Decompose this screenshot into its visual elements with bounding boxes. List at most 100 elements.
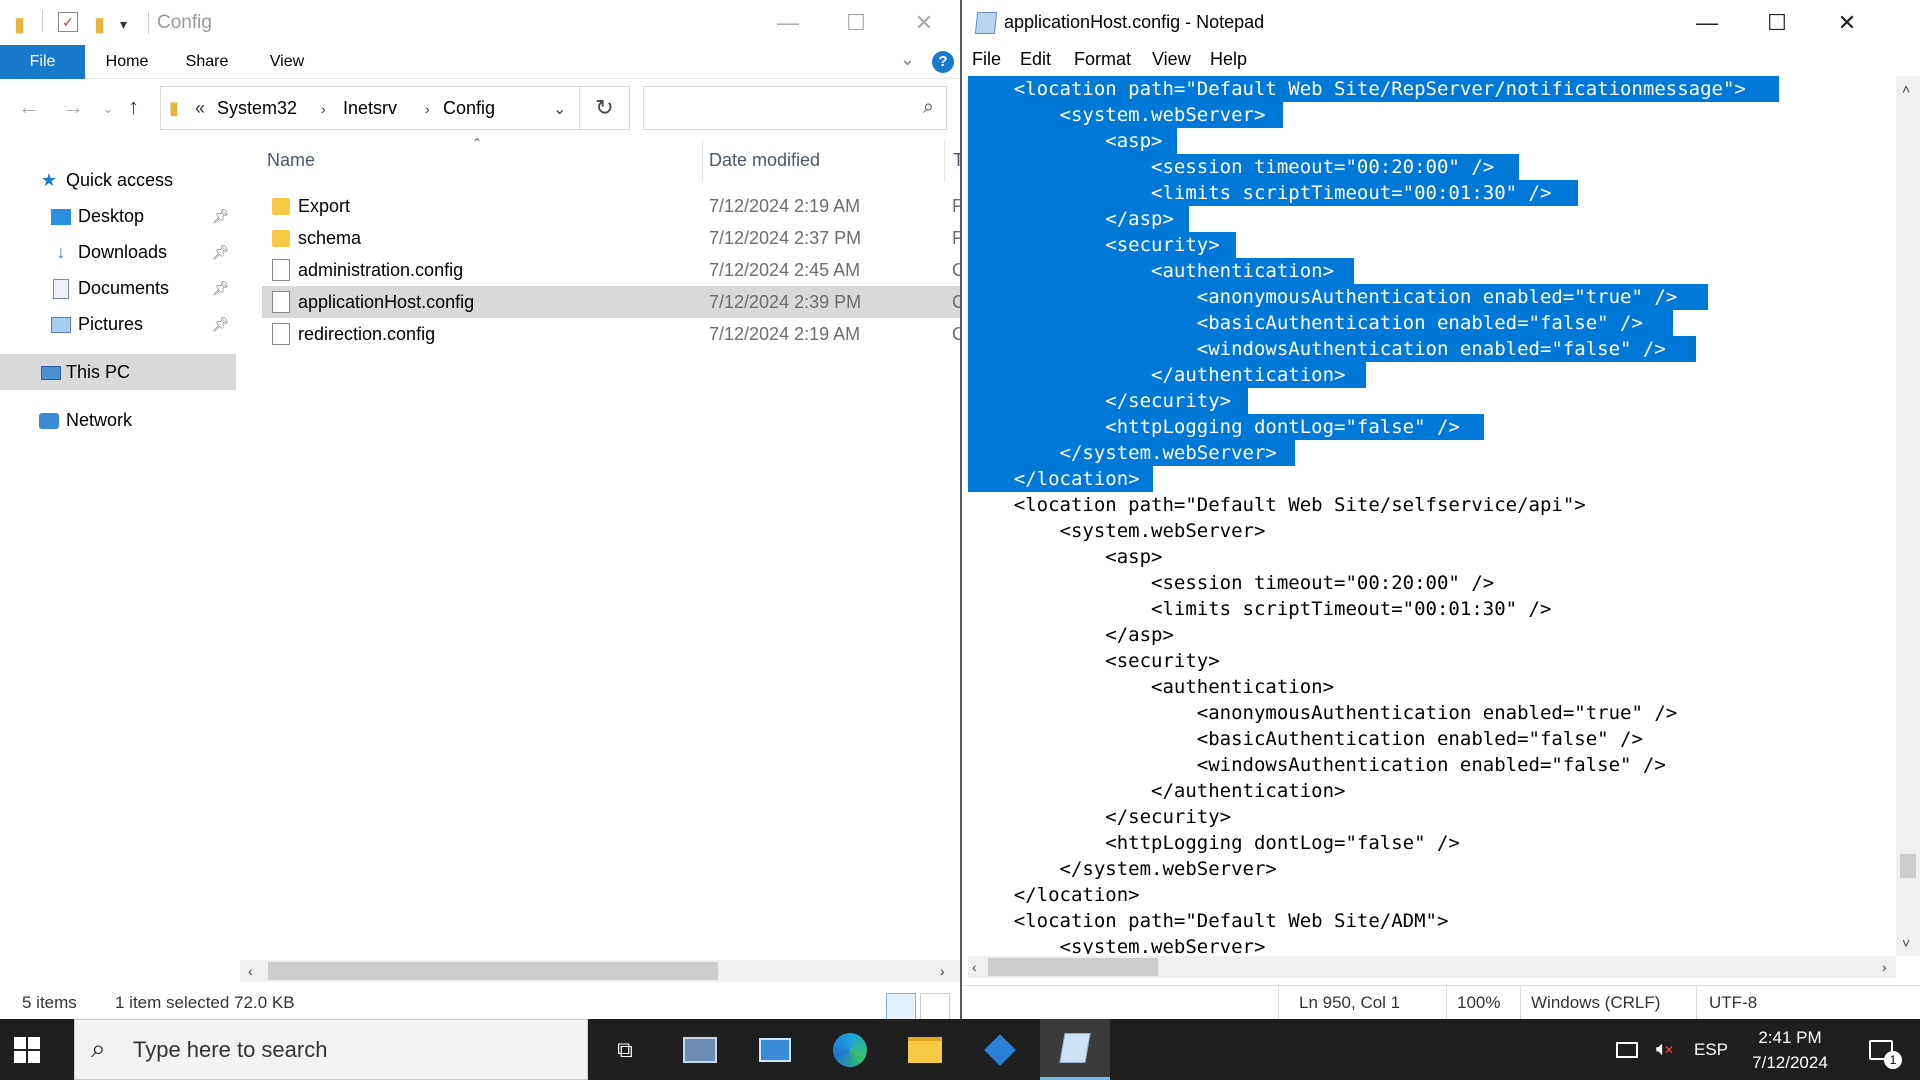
sidebar-item-documents[interactable]: Documents 📌︎ bbox=[0, 270, 236, 306]
language-indicator[interactable]: ESP bbox=[1686, 1019, 1736, 1080]
volume-muted-icon[interactable]: 🔈︎ ✕ bbox=[1648, 1019, 1682, 1080]
sidebar-item-pictures[interactable]: Pictures 📌︎ bbox=[0, 306, 236, 342]
minimize-icon[interactable]: — bbox=[1672, 0, 1742, 45]
code-line[interactable]: </asp> bbox=[968, 622, 1174, 648]
file-row-administration-config[interactable]: administration.config 7/12/2024 2:45 AM … bbox=[262, 254, 960, 286]
code-line[interactable]: <session timeout="00:20:00" /> bbox=[968, 570, 1494, 596]
menu-edit[interactable]: Edit bbox=[1020, 49, 1051, 70]
code-line[interactable]: <security> bbox=[968, 232, 1219, 258]
clock[interactable]: 2:41 PM 7/12/2024 bbox=[1740, 1025, 1840, 1075]
tab-file[interactable]: File bbox=[0, 45, 85, 79]
close-icon[interactable]: ✕ bbox=[890, 0, 958, 45]
chevron-right-icon[interactable]: › bbox=[425, 101, 430, 117]
scroll-left-icon[interactable]: ‹ bbox=[248, 960, 253, 982]
code-line[interactable]: <authentication> bbox=[968, 674, 1334, 700]
file-explorer-icon[interactable] bbox=[890, 1019, 960, 1080]
close-icon[interactable]: ✕ bbox=[1812, 0, 1882, 45]
address-history-chevron-icon[interactable]: ⌄ bbox=[553, 99, 566, 119]
menu-help[interactable]: Help bbox=[1210, 49, 1247, 70]
pin-icon[interactable]: 📌︎ bbox=[212, 234, 230, 270]
code-line[interactable]: <location path="Default Web Site/ADM"> bbox=[968, 908, 1449, 934]
code-line[interactable]: </security> bbox=[968, 388, 1231, 414]
code-line[interactable]: <system.webServer> bbox=[968, 518, 1266, 544]
server-manager-icon[interactable] bbox=[665, 1019, 735, 1080]
refresh-icon[interactable]: ↻ bbox=[580, 86, 630, 130]
file-row-redirection-config[interactable]: redirection.config 7/12/2024 2:19 AM C bbox=[262, 318, 960, 350]
scroll-down-icon[interactable]: ˅ bbox=[1902, 932, 1910, 954]
code-line[interactable]: </authentication> bbox=[968, 778, 1345, 804]
scrollbar-thumb[interactable] bbox=[988, 958, 1158, 976]
horizontal-scrollbar[interactable]: ‹ › bbox=[968, 956, 1896, 978]
code-line[interactable]: <httpLogging dontLog="false" /> bbox=[968, 830, 1460, 856]
network-status-icon[interactable] bbox=[1610, 1019, 1644, 1080]
pin-icon[interactable]: 📌︎ bbox=[212, 198, 230, 234]
code-line[interactable]: <httpLogging dontLog="false" /> bbox=[968, 414, 1460, 440]
properties-icon[interactable]: ✓ bbox=[58, 12, 78, 32]
code-line[interactable]: </system.webServer> bbox=[968, 856, 1277, 882]
pin-icon[interactable]: 📌︎ bbox=[212, 306, 230, 342]
code-line[interactable]: </security> bbox=[968, 804, 1231, 830]
code-line[interactable]: <authentication> bbox=[968, 258, 1334, 284]
scrollbar-thumb[interactable] bbox=[268, 962, 718, 980]
breadcrumb-system32[interactable]: System32 bbox=[217, 98, 297, 119]
menu-format[interactable]: Format bbox=[1074, 49, 1131, 70]
code-line[interactable]: </system.webServer> bbox=[968, 440, 1277, 466]
notification-center-icon[interactable]: 1 bbox=[1856, 1019, 1906, 1080]
details-view-icon[interactable] bbox=[886, 993, 916, 1019]
code-line[interactable]: <session timeout="00:20:00" /> bbox=[968, 154, 1494, 180]
menu-file[interactable]: File bbox=[972, 49, 1001, 70]
file-row-export[interactable]: Export 7/12/2024 2:19 AM F bbox=[262, 190, 960, 222]
tab-view[interactable]: View bbox=[252, 45, 322, 79]
breadcrumb-inetsrv[interactable]: Inetsrv bbox=[343, 98, 397, 119]
column-header-date[interactable]: Date modified bbox=[703, 140, 943, 182]
sidebar-item-this-pc[interactable]: This PC bbox=[0, 354, 236, 390]
column-header-name[interactable]: ⌃ Name bbox=[262, 136, 702, 182]
search-icon[interactable]: ⌕ bbox=[923, 96, 934, 119]
code-line[interactable]: <anonymousAuthentication enabled="true" … bbox=[968, 700, 1677, 726]
code-line[interactable]: <limits scriptTimeout="00:01:30" /> bbox=[968, 596, 1551, 622]
code-line[interactable]: <location path="Default Web Site/selfser… bbox=[968, 492, 1586, 518]
file-row-applicationhost-config[interactable]: applicationHost.config 7/12/2024 2:39 PM… bbox=[262, 286, 960, 318]
new-folder-icon[interactable]: ▮ bbox=[94, 12, 105, 37]
chevron-right-icon[interactable]: › bbox=[321, 101, 326, 117]
code-line[interactable]: <limits scriptTimeout="00:01:30" /> bbox=[968, 180, 1551, 206]
menu-view[interactable]: View bbox=[1152, 49, 1191, 70]
code-line[interactable]: <asp> bbox=[968, 544, 1162, 570]
code-line[interactable]: <windowsAuthentication enabled="false" /… bbox=[968, 752, 1666, 778]
file-row-schema[interactable]: schema 7/12/2024 2:37 PM F bbox=[262, 222, 960, 254]
code-line[interactable]: <system.webServer> bbox=[968, 934, 1266, 954]
taskbar-search-input[interactable]: ⌕ Type here to search bbox=[74, 1019, 588, 1080]
code-line[interactable]: <system.webServer> bbox=[968, 102, 1266, 128]
forward-arrow-icon[interactable]: → bbox=[62, 94, 84, 120]
breadcrumb-config[interactable]: Config bbox=[443, 98, 495, 119]
control-panel-icon[interactable] bbox=[740, 1019, 810, 1080]
code-line[interactable]: <anonymousAuthentication enabled="true" … bbox=[968, 284, 1677, 310]
expand-ribbon-chevron-icon[interactable]: ⌄ bbox=[900, 49, 915, 70]
maximize-icon[interactable]: ☐ bbox=[1742, 0, 1812, 45]
sidebar-item-network[interactable]: Network bbox=[0, 402, 236, 438]
code-line[interactable]: <asp> bbox=[968, 128, 1162, 154]
text-editor[interactable]: <location path="Default Web Site/RepServ… bbox=[968, 76, 1898, 954]
address-bar[interactable]: ▮ « System32 › Inetsrv › Config ⌄ bbox=[160, 86, 580, 130]
sidebar-item-quick-access[interactable]: ★ Quick access bbox=[0, 162, 236, 198]
scrollbar-thumb[interactable] bbox=[1900, 854, 1916, 878]
code-line[interactable]: <basicAuthentication enabled="false" /> bbox=[968, 310, 1643, 336]
scroll-right-icon[interactable]: › bbox=[940, 960, 945, 982]
scroll-right-icon[interactable]: › bbox=[1882, 956, 1887, 978]
minimize-icon[interactable]: — bbox=[754, 0, 822, 45]
code-line[interactable]: <location path="Default Web Site/RepServ… bbox=[968, 76, 1746, 102]
tab-share[interactable]: Share bbox=[172, 45, 242, 79]
up-arrow-icon[interactable]: ↑ bbox=[128, 94, 139, 120]
code-line[interactable]: <basicAuthentication enabled="false" /> bbox=[968, 726, 1643, 752]
azure-icon[interactable] bbox=[965, 1019, 1035, 1080]
scroll-up-icon[interactable]: ˄ bbox=[1902, 78, 1910, 100]
code-line[interactable]: <security> bbox=[968, 648, 1219, 674]
large-icons-view-icon[interactable] bbox=[920, 993, 950, 1019]
sidebar-item-desktop[interactable]: Desktop 📌︎ bbox=[0, 198, 236, 234]
code-line[interactable]: </authentication> bbox=[968, 362, 1345, 388]
edge-icon[interactable] bbox=[815, 1019, 885, 1080]
search-input[interactable]: ⌕ bbox=[643, 86, 947, 130]
vertical-scrollbar[interactable]: ˄ ˅ bbox=[1896, 76, 1920, 956]
address-overflow[interactable]: « bbox=[195, 98, 205, 119]
horizontal-scrollbar[interactable]: ‹ › bbox=[240, 960, 960, 982]
